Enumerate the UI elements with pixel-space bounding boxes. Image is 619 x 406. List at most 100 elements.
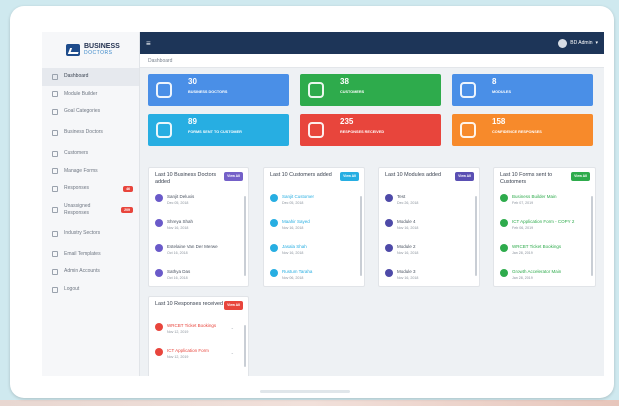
sidebar-item-industry-sectors[interactable]: Industry Sectors [42, 222, 139, 246]
stat-label: RESPONSES RECEIVED [340, 130, 385, 134]
sidebar-item-admin-accounts[interactable]: Admin Accounts [42, 263, 139, 281]
stat-tile[interactable]: 38 CUSTOMERS [300, 74, 441, 106]
stat-value: 89 [188, 117, 197, 126]
top-bar: ≡ BD Admin ▾ [140, 32, 604, 54]
sidebar-item-business-doctors[interactable]: Business Doctors [42, 121, 139, 145]
card-title: Last 10 Forms sent to Customers [500, 172, 553, 185]
card-title: Last 10 Modules added [385, 172, 442, 178]
list-item[interactable]: Module 3 Nov 16, 2018 [385, 265, 473, 286]
item-date: Oct 16, 2018 [167, 251, 188, 255]
app-screen: BUSINESS DOCTORS Dashboard Module Builder… [42, 32, 604, 376]
view-all-button[interactable]: View All [455, 172, 474, 181]
breadcrumb: Dashboard [140, 54, 604, 68]
list-item[interactable]: Business Builder Main Feb 07, 2019 [500, 190, 589, 215]
users-icon [52, 150, 58, 157]
list-item[interactable]: Test Dec 26, 2018 [385, 190, 473, 215]
sidebar-item-responses[interactable]: Responses 46 [42, 180, 139, 198]
list-item[interactable]: ICT Application Form - COPY 2 Feb 06, 201… [500, 215, 589, 240]
stat-tile[interactable]: 158 CONFIDENCE RESPONSES [452, 114, 593, 146]
laptop-base [260, 390, 350, 393]
user-menu[interactable]: BD Admin ▾ [558, 38, 598, 48]
list-item[interactable]: Sanjit Deluxis Dec 05, 2018 [155, 190, 242, 215]
item-date: Feb 06, 2019 [512, 226, 534, 230]
list-item[interactable]: Growth Accelerator Main Jan 28, 2019 [500, 265, 589, 286]
list-item[interactable]: Sathya Das Oct 16, 2018 [155, 265, 242, 286]
item-date: Nov 16, 2018 [397, 226, 419, 230]
stat-label: CUSTOMERS [340, 90, 365, 94]
close-icon[interactable]: ⌄ [231, 350, 234, 355]
scrollbar[interactable] [591, 196, 593, 276]
count-badge: 209 [121, 206, 133, 213]
person-icon [155, 219, 163, 227]
scrollbar[interactable] [475, 196, 477, 276]
list-item[interactable]: WRCBT Ticket Bookings Jan 28, 2019 [500, 240, 589, 265]
stat-tile[interactable]: 30 BUSINESS DOCTORS [148, 74, 289, 106]
stat-value: 8 [492, 77, 497, 86]
list-item[interactable]: Maahir Sayed Nov 16, 2018 [270, 215, 358, 240]
card-doctors: Last 10 Business Doctors added View All Sa… [148, 167, 249, 287]
list-item[interactable]: Module 4 Nov 16, 2018 [385, 215, 473, 240]
item-date: Dec 05, 2018 [282, 201, 304, 205]
view-all-button[interactable]: View All [340, 172, 359, 181]
menu-toggle-icon[interactable]: ≡ [146, 39, 151, 48]
sidebar-item-label: Business Doctors [64, 129, 103, 136]
sidebar-item-label: Customers [64, 150, 89, 157]
sidebar-item-label: Dashboard [64, 73, 89, 80]
scrollbar[interactable] [360, 196, 362, 276]
sidebar: BUSINESS DOCTORS Dashboard Module Builder… [42, 32, 140, 376]
form-sent-icon [156, 122, 172, 138]
user-name: BD Admin [570, 40, 593, 46]
sidebar-item-label: Responses [64, 185, 90, 192]
card-header: Last 10 Responses received View All [149, 297, 248, 319]
list-item[interactable]: ICT Application Form Nov 12, 2019 ⌄ [155, 344, 242, 369]
user-icon [52, 129, 58, 136]
sidebar-item-module-builder[interactable]: Module Builder [42, 86, 139, 104]
check-icon [500, 269, 508, 277]
sidebar-item-logout[interactable]: Logout [42, 281, 139, 299]
list-item[interactable]: Shreya Shah Nov 16, 2018 [155, 215, 242, 240]
stat-tile[interactable]: 89 FORMS SENT TO CUSTOMER [148, 114, 289, 146]
view-all-button[interactable]: View All [571, 172, 590, 181]
list-item[interactable]: Sanjit Customer Dec 05, 2018 [270, 190, 358, 215]
list-item[interactable]: Jasala Shah Nov 16, 2018 [270, 240, 358, 265]
item-date: Nov 12, 2019 [167, 330, 189, 334]
list-item[interactable]: Rustum Taraha Nov 06, 2018 [270, 265, 358, 286]
module-icon [385, 194, 393, 202]
scrollbar[interactable] [244, 325, 246, 367]
card-responses: Last 10 Responses received View All WRCBT … [148, 296, 249, 376]
reply-icon [52, 185, 58, 192]
stat-tile[interactable]: 8 MODULES [452, 74, 593, 106]
sidebar-item-label: Admin Accounts [64, 268, 100, 275]
list-item[interactable]: Module 2 Nov 16, 2018 [385, 240, 473, 265]
item-date: Dec 26, 2018 [397, 201, 419, 205]
brand-line1: BUSINESS [84, 43, 120, 50]
card-title: Last 10 Responses received [155, 301, 224, 307]
stat-value: 235 [340, 117, 354, 126]
stat-label: MODULES [492, 90, 511, 94]
sidebar-item-goal-categories[interactable]: Goal Categories [42, 103, 139, 121]
check-icon [500, 244, 508, 252]
share-icon [460, 122, 476, 138]
sidebar-item-label: Unassigned Responses [64, 202, 91, 216]
list-item[interactable]: WRCBT Ticket Bookings Nov 12, 2019 ⌄ [155, 319, 242, 344]
sidebar-item-unassigned-responses[interactable]: Unassigned Responses 209 [42, 198, 139, 222]
reply-icon [155, 348, 163, 356]
close-icon[interactable]: ⌄ [231, 325, 234, 330]
scrollbar[interactable] [244, 196, 246, 276]
sidebar-item-manage-forms[interactable]: Manage Forms [42, 162, 139, 180]
sidebar-item-dashboard[interactable]: Dashboard [42, 68, 139, 86]
module-icon [385, 219, 393, 227]
background-stripe [0, 400, 619, 406]
list-item[interactable]: Estelaine Van Der Merwe Oct 16, 2018 [155, 240, 242, 265]
view-all-button[interactable]: View All [224, 172, 243, 181]
stat-tile[interactable]: 235 RESPONSES RECEIVED [300, 114, 441, 146]
item-date: Nov 12, 2019 [167, 355, 189, 359]
doctor-icon [156, 82, 172, 98]
brand-logo[interactable]: BUSINESS DOCTORS [42, 32, 139, 68]
reply-icon [155, 323, 163, 331]
person-icon [155, 244, 163, 252]
sidebar-item-email-templates[interactable]: Email Templates [42, 246, 139, 264]
sidebar-item-label: Email Templates [64, 250, 101, 257]
sidebar-item-customers[interactable]: Customers [42, 145, 139, 163]
view-all-button[interactable]: View All [224, 301, 243, 310]
